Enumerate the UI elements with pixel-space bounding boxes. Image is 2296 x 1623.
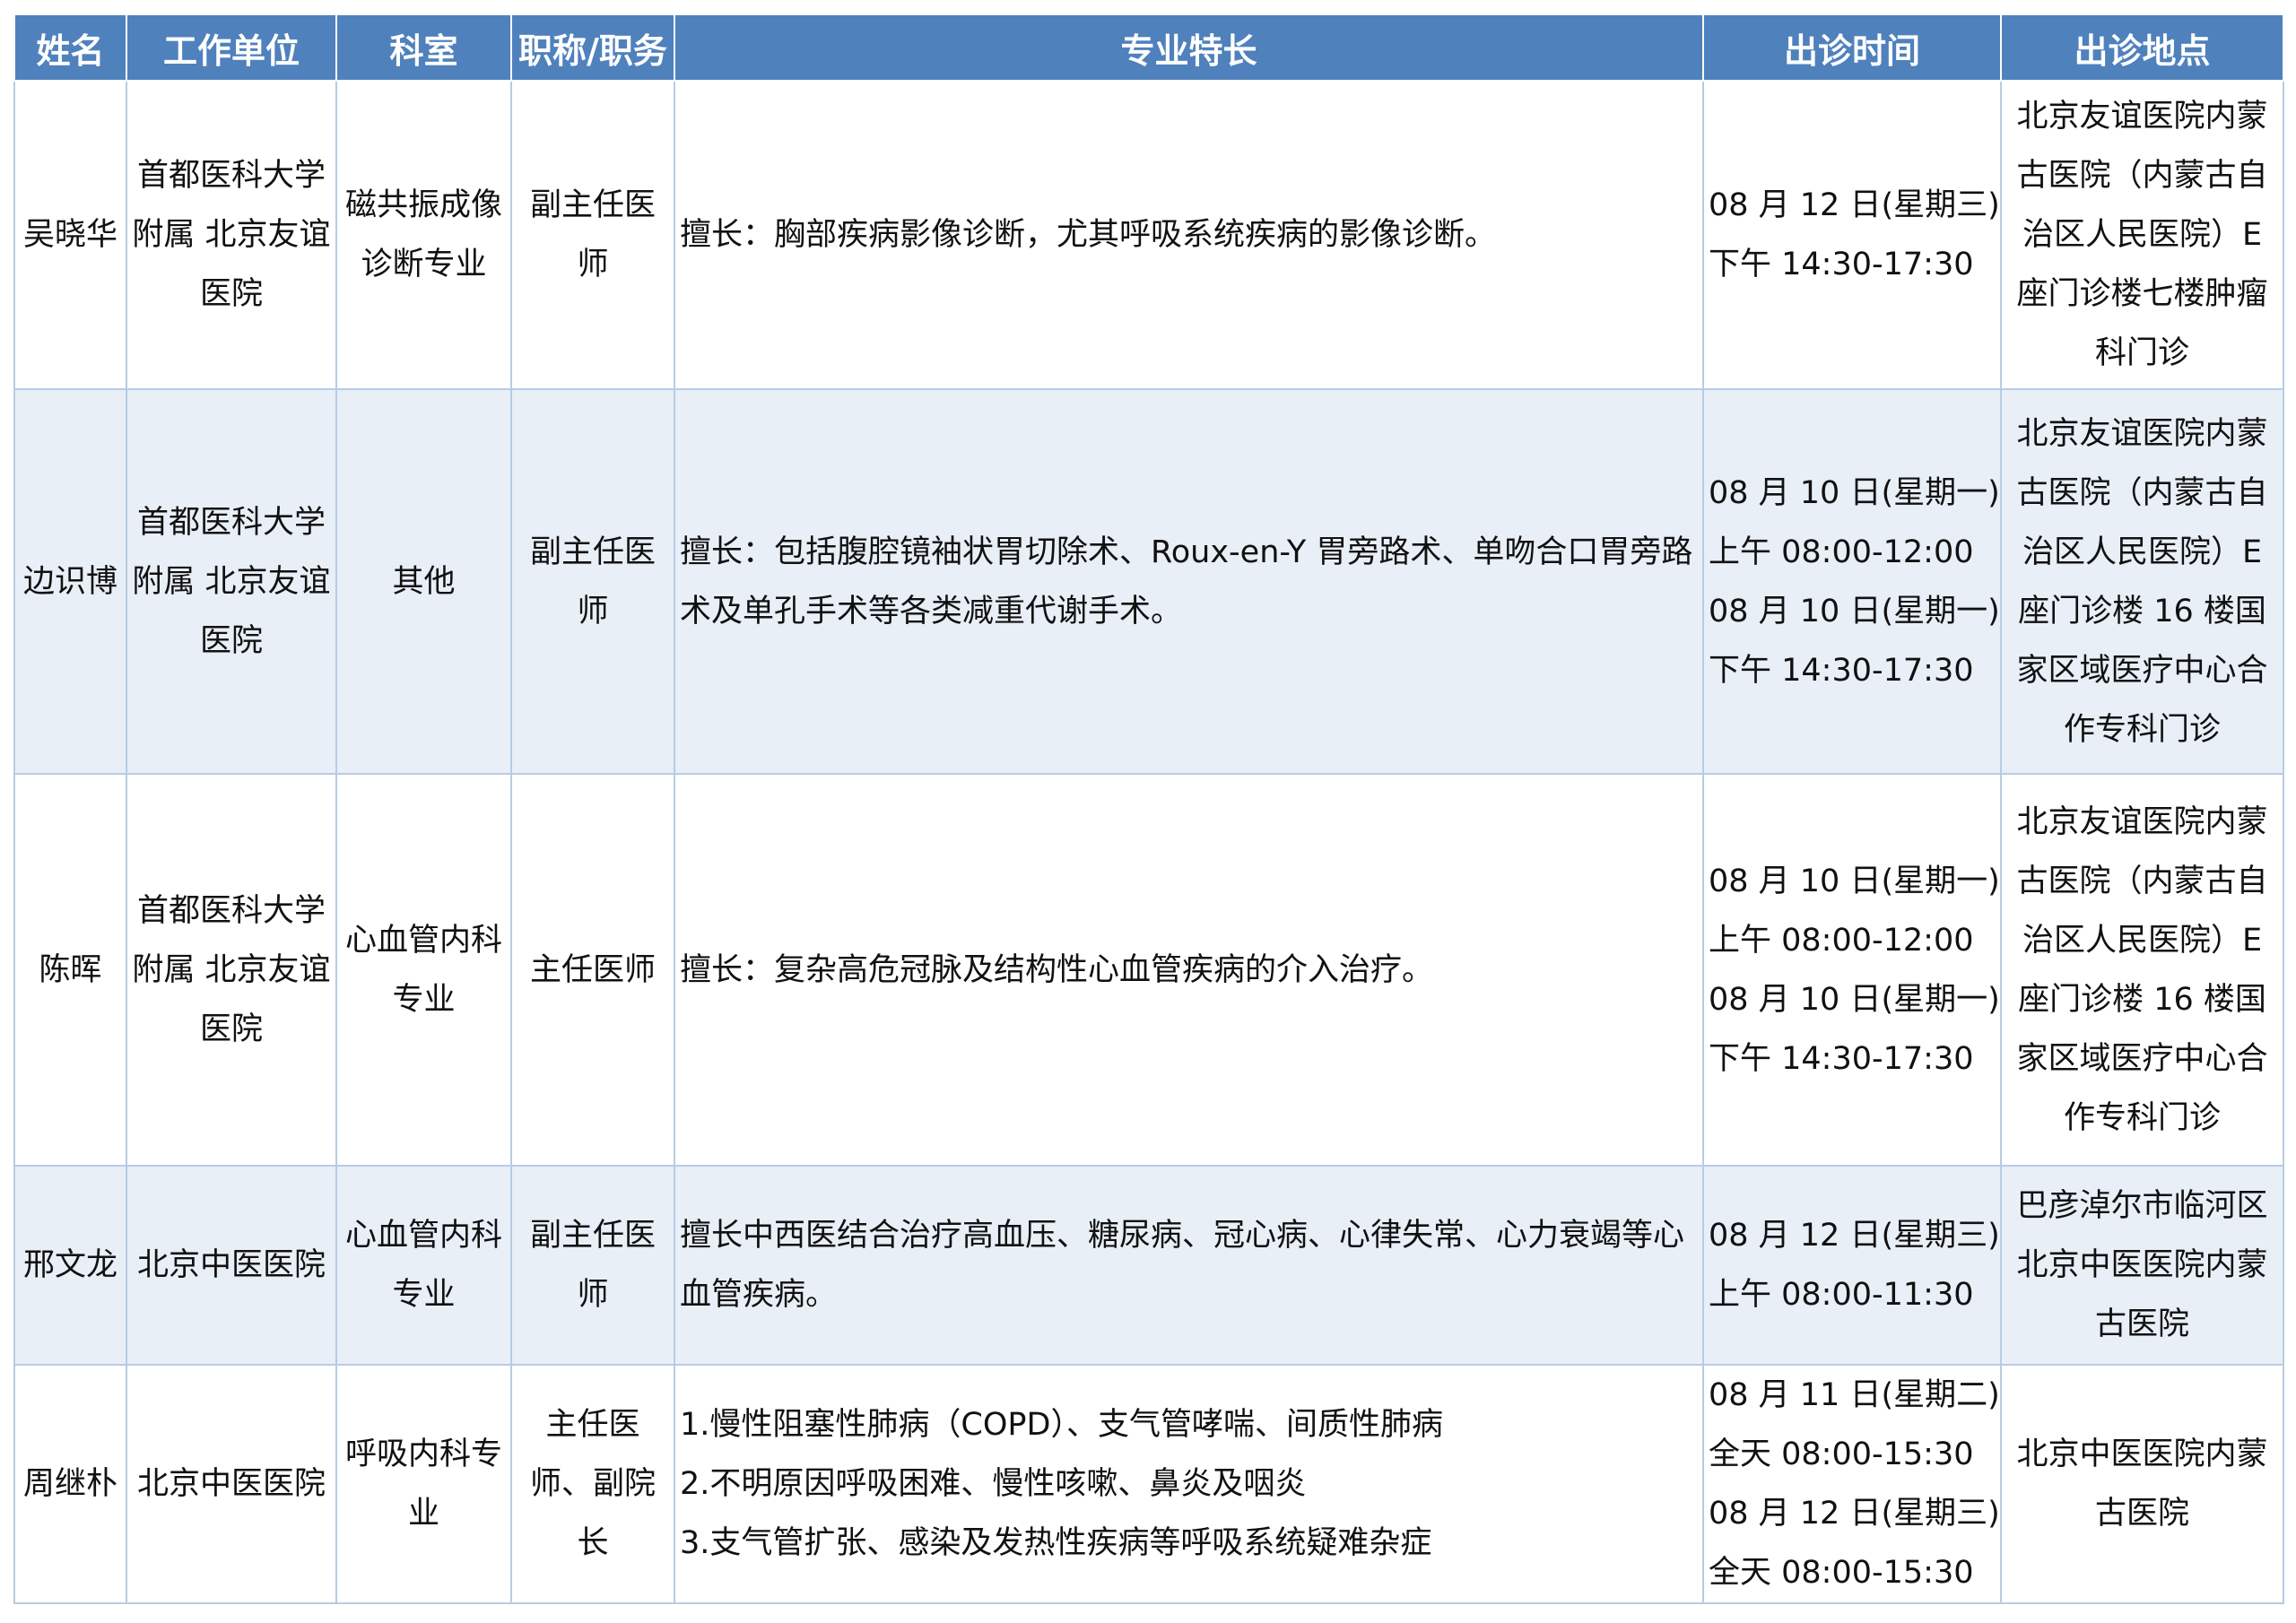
time-line: 下午 14:30-17:30 xyxy=(1709,652,1974,689)
cell-location: 北京友谊医院内蒙古医院（内蒙古自治区人民医院）E 座门诊楼七楼肿瘤科门诊 xyxy=(2000,80,2284,390)
time-line: 上午 08:00-11:30 xyxy=(1709,1277,1974,1313)
cell-unit: 首都医科大学附属 北京友谊医院 xyxy=(126,388,337,775)
specialty-text: 擅长中西医结合治疗高血压、糖尿病、冠心病、心律失常、心力衰竭等心血管疾病。 xyxy=(680,1218,1685,1313)
table-row: 吴晓华 首都医科大学附属 北京友谊医院 磁共振成像诊断专业 副主任医师 擅长：胸… xyxy=(13,80,2284,390)
cell-unit: 首都医科大学附属 北京友谊医院 xyxy=(126,773,337,1167)
time-line: 08 月 12 日(星期三) xyxy=(1709,187,2000,223)
header-dept: 科室 xyxy=(335,13,512,82)
cell-unit: 北京中医医院 xyxy=(126,1165,337,1366)
cell-time: 08 月 10 日(星期一) 上午 08:00-12:00 08 月 10 日(… xyxy=(1702,388,2002,775)
table-row: 陈晖 首都医科大学附属 北京友谊医院 心血管内科专业 主任医师 擅长：复杂高危冠… xyxy=(13,773,2284,1167)
time-line: 全天 08:00-15:30 xyxy=(1709,1436,1974,1472)
cell-specialty: 擅长：胸部疾病影像诊断，尤其呼吸系统疾病的影像诊断。 xyxy=(674,80,1704,390)
header-location: 出诊地点 xyxy=(2000,13,2284,82)
time-line: 08 月 12 日(星期三) xyxy=(1709,1496,2000,1532)
time-line: 08 月 10 日(星期一) xyxy=(1709,474,2000,511)
cell-unit: 首都医科大学附属 北京友谊医院 xyxy=(126,80,337,390)
cell-specialty: 1.慢性阻塞性肺病（COPD）、支气管哮喘、间质性肺病 2.不明原因呼吸困难、慢… xyxy=(674,1364,1704,1604)
cell-time: 08 月 11 日(星期二) 全天 08:00-15:30 08 月 12 日(… xyxy=(1702,1364,2002,1604)
schedule-table-container: 姓名 工作单位 科室 职称/职务 专业特长 出诊时间 出诊地点 吴晓华 首都医科… xyxy=(13,13,2284,1604)
specialty-line: 3.支气管扩张、感染及发热性疾病等呼吸系统疑难杂症 xyxy=(680,1525,1432,1561)
time-line: 上午 08:00-12:00 xyxy=(1709,534,1974,570)
cell-title: 副主任医师 xyxy=(510,80,675,390)
specialty-line: 1.慢性阻塞性肺病（COPD）、支气管哮喘、间质性肺病 xyxy=(680,1407,1443,1443)
table-header-row: 姓名 工作单位 科室 职称/职务 专业特长 出诊时间 出诊地点 xyxy=(13,13,2284,82)
time-line: 上午 08:00-12:00 xyxy=(1709,922,1974,959)
cell-name: 边识博 xyxy=(13,388,127,775)
cell-name: 吴晓华 xyxy=(13,80,127,390)
cell-title: 副主任医师 xyxy=(510,388,675,775)
specialty-text: 擅长：复杂高危冠脉及结构性心血管疾病的介入治疗。 xyxy=(680,951,1434,988)
cell-name: 周继朴 xyxy=(13,1364,127,1604)
cell-name: 邢文龙 xyxy=(13,1165,127,1366)
header-name: 姓名 xyxy=(13,13,127,82)
time-line: 下午 14:30-17:30 xyxy=(1709,247,1974,282)
cell-dept: 磁共振成像诊断专业 xyxy=(335,80,512,390)
cell-dept: 呼吸内科专业 xyxy=(335,1364,512,1604)
cell-dept: 心血管内科专业 xyxy=(335,1165,512,1366)
cell-location: 北京中医医院内蒙古医院 xyxy=(2000,1364,2284,1604)
cell-time: 08 月 12 日(星期三) 上午 08:00-11:30 xyxy=(1702,1165,2002,1366)
schedule-table: 姓名 工作单位 科室 职称/职务 专业特长 出诊时间 出诊地点 吴晓华 首都医科… xyxy=(13,13,2284,1604)
header-title: 职称/职务 xyxy=(510,13,675,82)
cell-name: 陈晖 xyxy=(13,773,127,1167)
header-unit: 工作单位 xyxy=(126,13,337,82)
time-line: 08 月 10 日(星期一) xyxy=(1709,593,2000,629)
header-specialty: 专业特长 xyxy=(674,13,1704,82)
table-row: 周继朴 北京中医医院 呼吸内科专业 主任医师、副院长 1.慢性阻塞性肺病（COP… xyxy=(13,1364,2284,1604)
cell-specialty: 擅长中西医结合治疗高血压、糖尿病、冠心病、心律失常、心力衰竭等心血管疾病。 xyxy=(674,1165,1704,1366)
cell-dept: 其他 xyxy=(335,388,512,775)
specialty-line: 2.不明原因呼吸困难、慢性咳嗽、鼻炎及咽炎 xyxy=(680,1466,1307,1502)
cell-specialty: 擅长：包括腹腔镜袖状胃切除术、Roux-en-Y 胃旁路术、单吻合口胃旁路术及单… xyxy=(674,388,1704,775)
cell-unit: 北京中医医院 xyxy=(126,1364,337,1604)
time-line: 08 月 11 日(星期二) xyxy=(1709,1377,2000,1413)
cell-location: 北京友谊医院内蒙古医院（内蒙古自治区人民医院）E 座门诊楼 16 楼国家区域医疗… xyxy=(2000,773,2284,1167)
cell-specialty: 擅长：复杂高危冠脉及结构性心血管疾病的介入治疗。 xyxy=(674,773,1704,1167)
cell-time: 08 月 12 日(星期三) 下午 14:30-17:30 xyxy=(1702,80,2002,390)
table-row: 边识博 首都医科大学附属 北京友谊医院 其他 副主任医师 擅长：包括腹腔镜袖状胃… xyxy=(13,388,2284,775)
table-row: 邢文龙 北京中医医院 心血管内科专业 副主任医师 擅长中西医结合治疗高血压、糖尿… xyxy=(13,1165,2284,1366)
cell-dept: 心血管内科专业 xyxy=(335,773,512,1167)
cell-location: 巴彦淖尔市临河区北京中医医院内蒙古医院 xyxy=(2000,1165,2284,1366)
cell-title: 副主任医师 xyxy=(510,1165,675,1366)
time-line: 08 月 10 日(星期一) xyxy=(1709,863,2000,899)
time-line: 08 月 10 日(星期一) xyxy=(1709,981,2000,1018)
cell-title: 主任医师 xyxy=(510,773,675,1167)
time-line: 全天 08:00-15:30 xyxy=(1709,1555,1974,1591)
cell-title: 主任医师、副院长 xyxy=(510,1364,675,1604)
time-line: 下午 14:30-17:30 xyxy=(1709,1040,1974,1077)
specialty-text: 擅长：包括腹腔镜袖状胃切除术、Roux-en-Y 胃旁路术、单吻合口胃旁路术及单… xyxy=(680,534,1693,629)
time-line: 08 月 12 日(星期三) xyxy=(1709,1218,2000,1254)
specialty-text: 擅长：胸部疾病影像诊断，尤其呼吸系统疾病的影像诊断。 xyxy=(680,217,1497,253)
header-time: 出诊时间 xyxy=(1702,13,2002,82)
cell-time: 08 月 10 日(星期一) 上午 08:00-12:00 08 月 10 日(… xyxy=(1702,773,2002,1167)
cell-location: 北京友谊医院内蒙古医院（内蒙古自治区人民医院）E 座门诊楼 16 楼国家区域医疗… xyxy=(2000,388,2284,775)
